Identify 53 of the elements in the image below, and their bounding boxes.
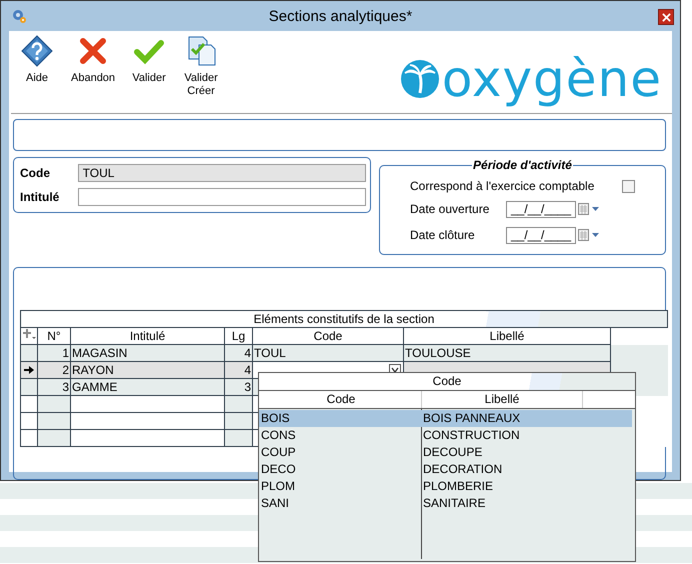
calendar-icon	[578, 203, 600, 215]
table-cell: 3	[38, 378, 70, 396]
table-cell: 3	[224, 378, 252, 396]
dropdown-item[interactable]: DECO DECORATION	[259, 461, 632, 478]
table-cell: TOUL	[252, 344, 404, 362]
dropdown-item[interactable]: COUP DECOUPE	[259, 444, 632, 461]
checkbox[interactable]	[622, 180, 635, 192]
close-icon	[662, 12, 670, 22]
palm-tree-icon	[400, 59, 440, 99]
current-row-arrow-icon	[24, 366, 34, 374]
close-button[interactable]	[658, 9, 674, 25]
dropdown-title: Code	[259, 373, 635, 391]
field-label: Intitulé	[19, 190, 60, 204]
date-field[interactable]: __/__/____	[506, 226, 576, 244]
table-cell: TOULOUSE	[404, 344, 610, 362]
window-title: Sections analytiques*	[268, 8, 412, 25]
column-header[interactable]: Intitulé	[70, 328, 224, 344]
dropdown-item[interactable]: BOIS BOIS PANNEAUX	[259, 410, 632, 427]
column-header[interactable]: Libellé	[404, 328, 610, 344]
help-button[interactable]: Aide	[17, 31, 57, 85]
validate-button[interactable]: Valider	[129, 31, 170, 85]
date-label: Date clôture	[410, 228, 476, 242]
table-cell: RAYON	[70, 362, 224, 378]
dropdown-item[interactable]: SANI SANITAIRE	[259, 495, 632, 512]
table-cell: 4	[224, 344, 252, 362]
column-header[interactable]: Lg	[224, 328, 252, 344]
calendar-button[interactable]	[576, 229, 600, 241]
table-cell: GAMME	[70, 378, 224, 396]
checkbox-label: Correspond à l'exercice comptable	[410, 179, 596, 193]
column-header[interactable]: Libellé	[422, 391, 583, 408]
cancel-button[interactable]: Abandon	[69, 31, 118, 85]
field-label: Code	[19, 166, 51, 180]
input-field[interactable]	[78, 188, 366, 206]
table-cell: MAGASIN	[70, 344, 224, 362]
column-header[interactable]: Code	[261, 391, 422, 408]
table-cell: 2	[38, 362, 70, 378]
column-header[interactable]: N°	[38, 328, 70, 344]
help-icon	[21, 35, 53, 67]
table-cell: 4	[224, 362, 252, 378]
add-row-icon[interactable]	[22, 328, 36, 340]
calendar-button[interactable]	[576, 203, 600, 215]
validate-new-button[interactable]: Valider Créer	[181, 31, 222, 98]
date-label: Date ouverture	[410, 202, 490, 216]
period-title: Période d'activité	[472, 158, 573, 172]
brand-logo: oxygène	[442, 49, 662, 109]
calendar-icon	[578, 229, 600, 241]
column-header[interactable]: Code	[252, 328, 404, 344]
table-cell: 1	[38, 344, 70, 362]
dropdown-item[interactable]: CONS CONSTRUCTION	[259, 427, 632, 444]
dropdown-item[interactable]: PLOM PLOMBERIE	[259, 478, 632, 495]
date-field[interactable]: __/__/____	[506, 200, 576, 218]
gear-icon	[11, 8, 27, 24]
grid-title: Eléments constitutifs de la section	[20, 310, 668, 328]
